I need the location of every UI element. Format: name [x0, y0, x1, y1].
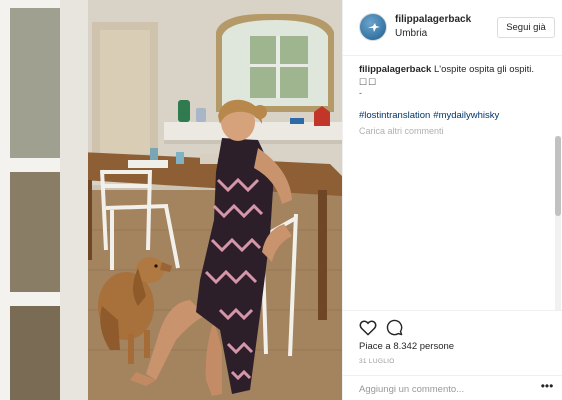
comment-icon[interactable]	[386, 319, 403, 336]
add-comment-input[interactable]	[359, 382, 519, 396]
comments-section: filippalagerback L'ospite ospita gli osp…	[343, 56, 562, 310]
following-button[interactable]: Segui già	[497, 17, 555, 38]
hashtag-link[interactable]: #lostintranslation	[359, 110, 430, 121]
load-more-comments-link[interactable]: Carica altri commenti	[359, 126, 444, 134]
add-comment-bar: •••	[343, 375, 562, 400]
author-username[interactable]: filippalagerback	[395, 14, 471, 25]
post-details-panel: filippalagerback Umbria Segui già filipp…	[342, 0, 562, 400]
likes-count[interactable]: Piace a 8.342 persone	[359, 341, 454, 352]
heart-icon[interactable]	[359, 319, 377, 336]
bird-avatar-icon	[368, 23, 380, 32]
post-photo[interactable]	[0, 0, 342, 400]
post-actions: Piace a 8.342 persone 31 LUGLIO •••	[343, 310, 562, 400]
more-options-icon[interactable]: •••	[539, 380, 555, 395]
post-date: 31 LUGLIO	[359, 358, 395, 365]
post-photo-illustration	[0, 0, 342, 400]
caption-emoji-line: ☐☐	[359, 77, 378, 87]
post-header: filippalagerback Umbria Segui già	[343, 0, 562, 56]
hashtag-link[interactable]: #mydailywhisky	[433, 110, 499, 121]
post-location[interactable]: Umbria	[395, 28, 427, 39]
comments-scrollbar[interactable]	[555, 136, 561, 310]
caption-text: L'ospite ospita gli ospiti.	[433, 64, 535, 75]
post-caption: filippalagerback L'ospite ospita gli osp…	[359, 64, 549, 76]
caption-username[interactable]: filippalagerback	[359, 64, 431, 75]
author-avatar[interactable]	[359, 13, 387, 41]
caption-hashtags: #lostintranslation #mydailywhisky	[359, 110, 502, 121]
scrollbar-thumb[interactable]	[555, 136, 561, 216]
caption-dash-line: -	[359, 88, 362, 98]
